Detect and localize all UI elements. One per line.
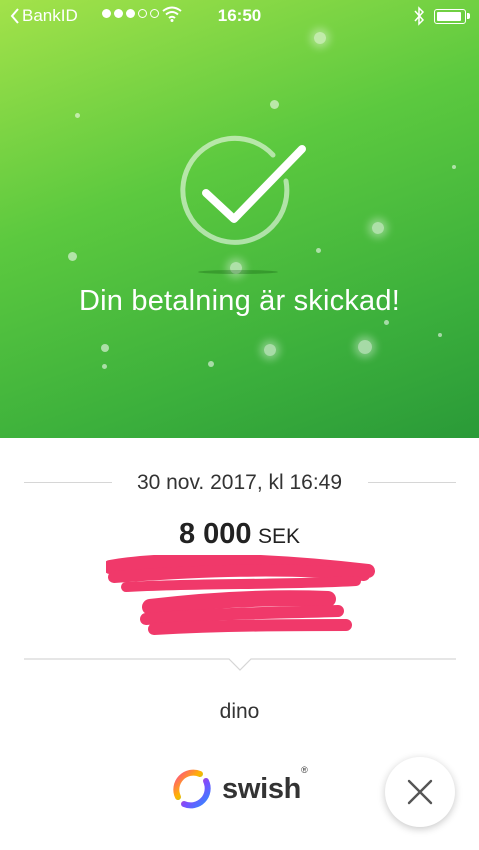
sparkle <box>314 32 326 44</box>
sparkle <box>358 340 372 354</box>
sparkle <box>452 165 456 169</box>
confirmation-headline: Din betalning är skickad! <box>79 285 400 317</box>
redacted-recipient <box>106 555 375 635</box>
status-bar: BankID 16:50 <box>0 0 479 34</box>
swish-logo: swish® <box>170 764 308 811</box>
sparkle <box>270 100 279 109</box>
amount-currency: SEK <box>258 525 301 548</box>
swish-swirl-icon <box>173 769 211 809</box>
sparkle <box>101 344 109 352</box>
sparkle <box>102 364 107 369</box>
sparkle <box>316 248 321 253</box>
sparkle <box>264 344 276 356</box>
sparkle <box>208 361 214 367</box>
amount-value: 8 000 <box>178 518 252 550</box>
sparkle <box>438 333 442 337</box>
icon-shadow <box>198 270 278 274</box>
sparkle <box>68 252 77 261</box>
bluetooth-icon <box>414 6 425 26</box>
payment-message: dino <box>219 700 260 723</box>
message-divider <box>24 658 456 671</box>
sparkle <box>384 320 389 325</box>
battery-icon <box>434 9 470 24</box>
success-header: BankID 16:50 Din betalning är skickad! <box>0 0 479 438</box>
sparkle <box>372 222 384 234</box>
payment-amount: 8 000 SEK <box>0 518 479 551</box>
status-time: 16:50 <box>217 6 262 25</box>
payment-date: 30 nov. 2017, kl 16:49 <box>136 471 343 494</box>
checkmark-circle-icon <box>180 135 306 245</box>
sparkle <box>75 113 80 118</box>
swish-wordmark: swish® <box>222 764 308 805</box>
close-button[interactable] <box>385 757 455 827</box>
close-icon <box>407 779 433 805</box>
